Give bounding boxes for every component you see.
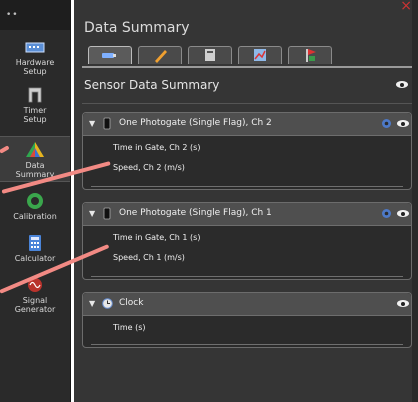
clock-icon [102,298,113,309]
close-icon[interactable]: × [400,0,412,14]
card-footer [91,182,403,187]
measurement-row[interactable]: Time in Gate, Ch 1 (s) [113,233,200,242]
card-title: Clock [119,298,144,308]
tab-flag[interactable] [288,46,332,64]
card-footer [91,272,403,277]
sidebar-item-label: Calculator [14,254,56,263]
collapse-caret-icon[interactable]: ▼ [89,119,95,128]
sensor-card-ch1: ▼ One Photogate (Single Flag), Ch 1 Time… [82,202,412,280]
card-header[interactable]: ▼ One Photogate (Single Flag), Ch 1 [83,203,411,226]
flag-tab-icon [306,49,316,62]
divider [82,103,412,104]
photogate-icon [103,117,111,130]
sidebar-item-label: Calibration [13,212,57,221]
sidebar-item-timer-setup[interactable]: Timer Setup [0,86,70,124]
tab-graph[interactable] [238,46,282,64]
scrollbar[interactable] [412,0,418,402]
data-summary-panel: × Data Summary Sensor Data Summary ▼ One… [74,0,418,402]
tab-calculator[interactable] [188,46,232,64]
card-header[interactable]: ▼ One Photogate (Single Flag), Ch 2 [83,113,411,136]
calculator-tab-icon [205,49,215,61]
sensor-card-ch2: ▼ One Photogate (Single Flag), Ch 2 Time… [82,112,412,190]
card-title: One Photogate (Single Flag), Ch 1 [119,208,272,218]
tab-pencil[interactable] [138,46,182,64]
sidebar-top: •• [0,0,70,30]
eye-icon[interactable] [397,300,409,307]
gear-icon[interactable] [381,118,392,129]
section-heading: Sensor Data Summary [84,78,220,92]
measurement-row[interactable]: Time in Gate, Ch 2 (s) [113,143,200,152]
sidebar-item-calibration[interactable]: Calibration [0,192,70,221]
calibration-icon [27,193,43,209]
sidebar-item-hardware-setup[interactable]: Hardware Setup [0,38,70,76]
pencil-tab-icon [155,50,167,63]
tab-sensors[interactable] [88,46,132,64]
measurement-row[interactable]: Time (s) [113,323,146,332]
sidebar-item-label: Hardware Setup [15,58,55,76]
card-header[interactable]: ▼ Clock [83,293,411,316]
sidebar-item-signal-generator[interactable]: Signal Generator [0,276,70,314]
sidebar: •• Hardware Setup Timer Setup Data Summa… [0,0,71,402]
sidebar-item-label: Signal Generator [14,296,56,314]
calculator-icon [29,235,41,251]
collapse-caret-icon[interactable]: ▼ [89,299,95,308]
sidebar-item-label: Timer Setup [23,106,47,124]
hardware-icon [25,42,45,53]
eye-icon[interactable] [397,120,409,127]
measurement-row[interactable]: Speed, Ch 1 (m/s) [113,253,185,262]
sidebar-item-calculator[interactable]: Calculator [0,234,70,263]
sensor-card-clock: ▼ Clock Time (s) [82,292,412,348]
menu-dots-icon[interactable]: •• [6,10,19,20]
card-title: One Photogate (Single Flag), Ch 2 [119,118,272,128]
data-summary-icon [26,142,44,157]
tab-bar [82,44,412,68]
eye-icon[interactable] [397,210,409,217]
sensor-tab-icon [102,53,116,58]
panel-title: Data Summary [84,20,190,36]
card-footer [91,340,403,345]
measurement-row[interactable]: Speed, Ch 2 (m/s) [113,163,185,172]
collapse-caret-icon[interactable]: ▼ [89,209,95,218]
eye-icon[interactable] [396,81,408,88]
photogate-icon [103,207,111,220]
gear-icon[interactable] [381,208,392,219]
timer-icon [28,87,42,103]
graph-tab-icon [254,49,266,61]
